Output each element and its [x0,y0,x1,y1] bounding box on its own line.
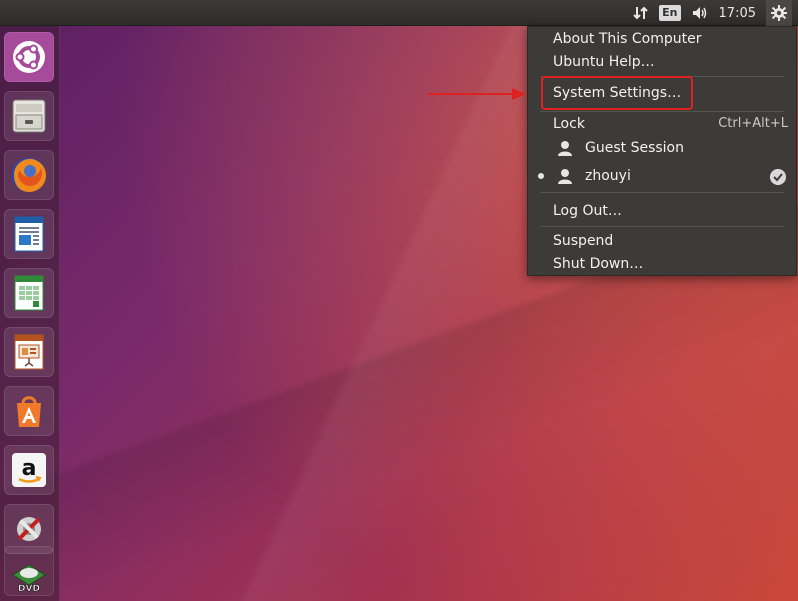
menu-item-help[interactable]: Ubuntu Help… [553,52,655,72]
active-user-bullet [538,173,544,179]
firefox-icon [12,158,46,192]
user-icon [558,169,572,184]
amazon-icon: a [12,453,46,487]
highlight-box [541,76,693,110]
dvd-button[interactable]: DVD [4,546,54,596]
guest-user-icon [558,141,572,156]
software-center-icon [17,396,41,427]
firefox-button[interactable] [4,150,54,200]
language-label: En [659,5,681,21]
software-center-button[interactable] [4,386,54,436]
keyboard-language-indicator[interactable]: En [659,0,681,26]
volume-icon[interactable] [691,0,709,26]
files-button[interactable] [4,91,54,141]
libreoffice-impress-icon [14,334,44,370]
libreoffice-writer-icon [14,216,44,252]
menu-item-shutdown[interactable]: Shut Down… [553,254,643,274]
menu-separator [540,111,784,112]
session-menu: About This Computer Ubuntu Help… System … [527,26,797,276]
menu-item-about[interactable]: About This Computer [553,29,702,49]
ubuntu-dash-button[interactable] [4,32,54,82]
amazon-button[interactable]: a [4,445,54,495]
dvd-icon: DVD [12,564,46,593]
libreoffice-calc-button[interactable] [4,268,54,318]
network-transfer-icon[interactable] [633,0,649,26]
checkmark-icon [770,169,786,185]
launcher: a DVD [0,26,60,601]
indicator-area: En 17:05 [633,0,792,26]
libreoffice-writer-button[interactable] [4,209,54,259]
libreoffice-calc-icon [14,275,44,311]
menu-item-suspend[interactable]: Suspend [553,231,613,251]
menu-item-user[interactable]: zhouyi [585,166,631,186]
session-menu-button[interactable] [766,0,792,26]
clock[interactable]: 17:05 [719,0,756,26]
libreoffice-impress-button[interactable] [4,327,54,377]
gear-icon [771,5,787,21]
lock-shortcut: Ctrl+Alt+L [718,116,788,131]
annotation-arrow-icon [428,88,526,100]
menu-separator [540,226,784,227]
amazon-logo-letter: a [22,456,37,481]
menu-separator [540,192,784,193]
top-panel: En 17:05 [0,0,798,26]
menu-item-lock[interactable]: Lock [553,114,585,134]
menu-item-guest-session[interactable]: Guest Session [585,138,684,158]
menu-item-logout[interactable]: Log Out… [553,201,622,221]
system-tools-icon [17,517,41,541]
dvd-label: DVD [18,584,40,593]
ubuntu-dash-icon [13,41,45,73]
file-cabinet-icon [12,99,46,133]
